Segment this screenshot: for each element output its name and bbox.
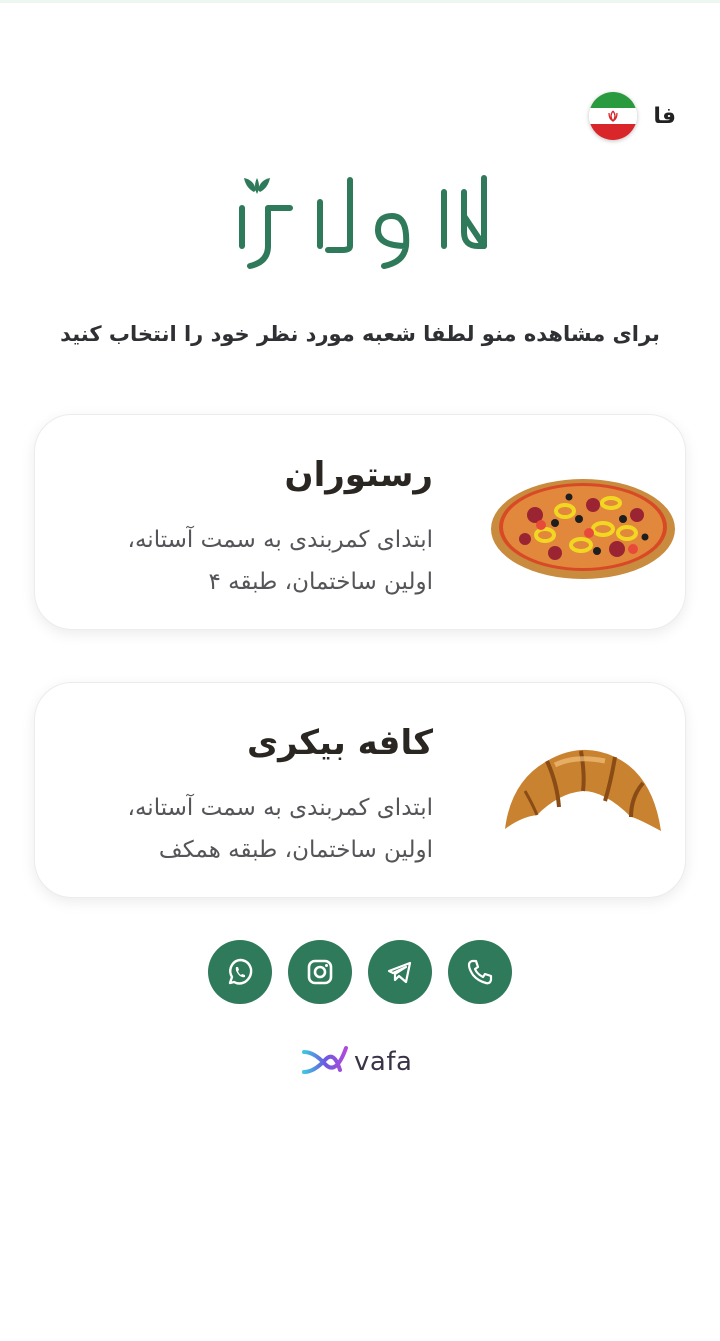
social-links xyxy=(208,940,512,1004)
language-label: فا xyxy=(653,103,676,129)
branch-card-restaurant[interactable]: رستوران ابتدای کمربندی به سمت آستانه، او… xyxy=(34,414,686,630)
branch-title: کافه بیکری xyxy=(247,723,433,763)
brand-logo: کارو لاژ xyxy=(228,162,492,274)
phone-button[interactable] xyxy=(448,940,512,1004)
instagram-icon xyxy=(307,959,333,985)
phone-icon xyxy=(467,959,493,985)
page-subtitle: برای مشاهده منو لطفا شعبه مورد نظر خود ر… xyxy=(60,322,660,346)
vafa-logo-icon xyxy=(302,1046,348,1074)
branch-address: ابتدای کمربندی به سمت آستانه، اولین ساخت… xyxy=(61,519,433,603)
instagram-button[interactable] xyxy=(288,940,352,1004)
pizza-image xyxy=(491,479,675,579)
language-switcher[interactable]: فا xyxy=(589,92,676,140)
whatsapp-icon xyxy=(228,958,253,985)
iran-flag-icon xyxy=(589,92,638,140)
footer-brand-name: vafa xyxy=(354,1047,413,1077)
branch-address-line: ابتدای کمربندی به سمت آستانه، xyxy=(127,527,433,553)
branch-card-cafe-bakery[interactable]: کافه بیکری ابتدای کمربندی به سمت آستانه،… xyxy=(34,682,686,898)
branch-address-line: اولین ساختمان، طبقه همکف xyxy=(158,837,433,863)
telegram-icon xyxy=(387,961,412,984)
branch-address-line: ابتدای کمربندی به سمت آستانه، xyxy=(127,795,433,821)
top-edge xyxy=(0,0,720,3)
footer-brand[interactable]: vafa xyxy=(300,1042,424,1082)
whatsapp-button[interactable] xyxy=(208,940,272,1004)
croissant-image xyxy=(505,749,661,831)
logo-mark xyxy=(239,175,487,269)
branch-address-line: اولین ساختمان، طبقه ۴ xyxy=(208,569,433,595)
telegram-button[interactable] xyxy=(368,940,432,1004)
branch-title: رستوران xyxy=(284,455,433,495)
branch-address: ابتدای کمربندی به سمت آستانه، اولین ساخت… xyxy=(61,787,433,871)
